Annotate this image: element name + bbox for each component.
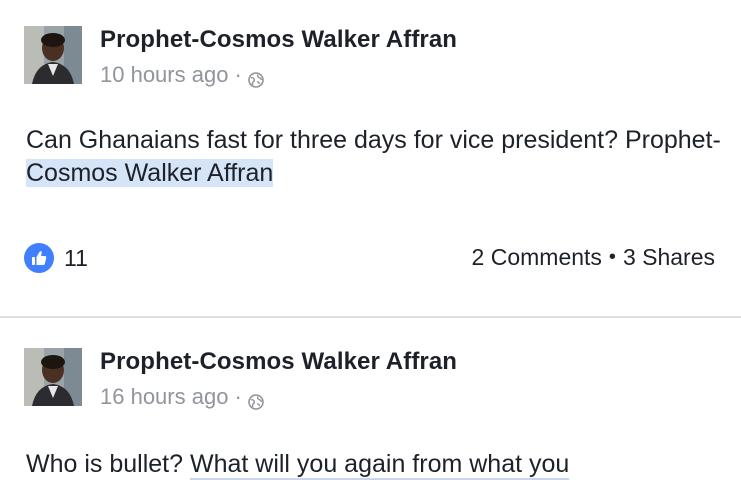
globe-icon [247,390,264,410]
reactions-summary[interactable]: 11 [24,243,88,273]
post-link-text[interactable]: What will you again from what you [189,450,570,480]
comments-link[interactable]: 2 Comments [472,244,602,271]
like-icon [24,243,54,273]
engagement-counts: 2 Comments • 3 Shares [472,244,715,271]
post-text-body: Can Ghanaians fast for three days for vi… [26,126,721,154]
avatar[interactable] [24,348,82,406]
globe-icon [247,68,264,88]
post-meta: 16 hours ago · [100,384,264,410]
author-name[interactable]: Prophet-Cosmos Walker Affran [100,26,457,54]
meta-separator: · [234,62,242,87]
engagement-separator: • [608,246,616,268]
feed-post: Prophet-Cosmos Walker Affran 16 hours ag… [0,318,741,486]
like-count: 11 [64,244,88,271]
author-name[interactable]: Prophet-Cosmos Walker Affran [100,348,457,376]
post-timestamp[interactable]: 16 hours ago [100,384,228,410]
post-text-body: Who is bullet? [26,450,190,478]
post-text: Who is bullet? What will you again from … [26,448,726,481]
post-meta: 10 hours ago · [100,62,264,88]
avatar[interactable] [24,26,82,84]
shares-link[interactable]: 3 Shares [623,244,715,271]
news-feed: Prophet-Cosmos Walker Affran 10 hours ag… [0,0,741,486]
post-text: Can Ghanaians fast for three days for vi… [26,124,726,190]
post-header: Prophet-Cosmos Walker Affran 16 hours ag… [24,348,724,412]
post-timestamp[interactable]: 10 hours ago [100,62,228,88]
selected-text[interactable]: Cosmos Walker Affran [26,159,274,187]
meta-separator: · [234,384,242,409]
feed-post: Prophet-Cosmos Walker Affran 10 hours ag… [0,0,741,316]
post-header: Prophet-Cosmos Walker Affran 10 hours ag… [24,26,724,90]
